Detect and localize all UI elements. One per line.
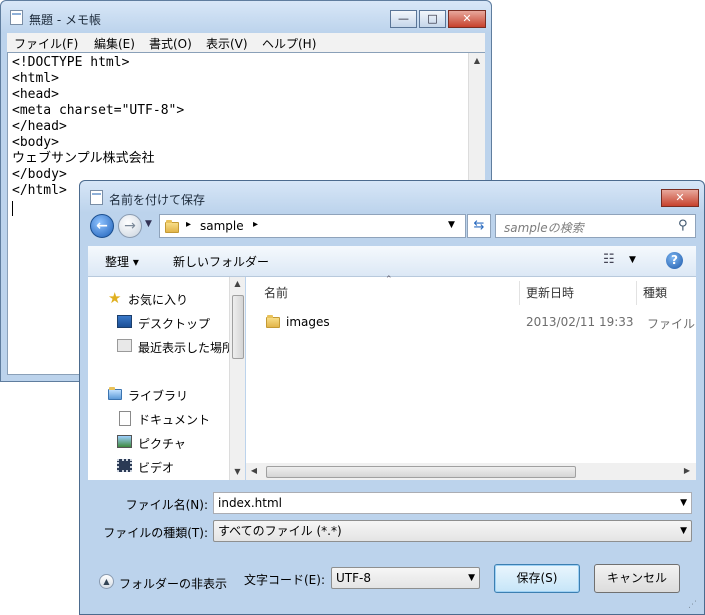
- nav-pictures[interactable]: ピクチャ: [138, 435, 186, 452]
- code-line: <html>: [12, 71, 59, 86]
- menu-file[interactable]: ファイル(F): [14, 35, 78, 52]
- nav-libraries[interactable]: ライブラリ: [128, 387, 188, 404]
- cancel-button[interactable]: キャンセル: [594, 564, 680, 593]
- nav-desktop[interactable]: デスクトップ: [138, 315, 210, 332]
- dialog-title: 名前を付けて保存: [109, 193, 206, 207]
- file-list: ⌃ 名前 更新日時 種類 images 2013/02/11 19:33 ファイ…: [246, 275, 696, 480]
- recent-pages-dropdown-icon[interactable]: ▼: [145, 219, 152, 229]
- back-icon[interactable]: ←: [90, 214, 114, 238]
- nav-favorites[interactable]: お気に入り: [128, 291, 188, 308]
- filetype-dropdown-icon[interactable]: ▼: [680, 521, 687, 541]
- refresh-icon[interactable]: ⇆: [467, 214, 491, 238]
- star-icon: ★: [108, 289, 122, 307]
- dialog-titlebar[interactable]: 名前を付けて保存 ✕: [80, 181, 704, 213]
- filetype-select[interactable]: すべてのファイル (*.*) ▼: [213, 520, 692, 542]
- file-modified: 2013/02/11 19:33: [526, 315, 634, 329]
- filename-dropdown-icon[interactable]: ▼: [680, 493, 687, 513]
- recent-places-icon: [117, 339, 132, 352]
- nav-recent-places[interactable]: 最近表示した場所: [138, 339, 234, 356]
- column-header-name[interactable]: 名前: [258, 281, 520, 305]
- text-cursor: [12, 201, 13, 216]
- save-button[interactable]: 保存(S): [494, 564, 580, 593]
- notepad-icon: [10, 10, 23, 25]
- address-dropdown-icon[interactable]: ▼: [448, 220, 455, 230]
- file-name: images: [286, 315, 330, 329]
- address-separator-icon[interactable]: ▸: [186, 219, 191, 230]
- filename-value: index.html: [218, 496, 282, 510]
- notepad-title: 無題 - メモ帳: [29, 13, 101, 27]
- encoding-dropdown-icon[interactable]: ▼: [468, 568, 475, 588]
- scroll-thumb[interactable]: [266, 466, 576, 478]
- search-placeholder: sampleの検索: [504, 221, 584, 235]
- organize-button[interactable]: 整理 ▾: [105, 253, 139, 270]
- menu-format[interactable]: 書式(O): [149, 35, 192, 52]
- code-line: ウェブサンプル株式会社: [12, 151, 155, 166]
- minimize-button[interactable]: —: [390, 10, 417, 28]
- notepad-menubar: ファイル(F) 編集(E) 書式(O) 表示(V) ヘルプ(H): [7, 33, 485, 52]
- pictures-icon: [117, 435, 132, 448]
- dialog-close-button[interactable]: ✕: [661, 189, 699, 207]
- notepad-titlebar[interactable]: 無題 - メモ帳 — □ ✕: [1, 1, 491, 33]
- code-line: <body>: [12, 135, 59, 150]
- filetype-label: ファイルの種類(T):: [103, 526, 208, 540]
- command-bar: 整理 ▾ 新しいフォルダー ☷ ▼ ?: [88, 246, 696, 277]
- menu-view[interactable]: 表示(V): [206, 35, 248, 52]
- scroll-right-arrow-icon[interactable]: ▶: [682, 466, 692, 475]
- folder-icon: [165, 220, 179, 233]
- documents-icon: [119, 411, 131, 426]
- folder-icon: [266, 315, 280, 328]
- encoding-select[interactable]: UTF-8 ▼: [331, 567, 480, 589]
- encoding-label: 文字コード(E):: [244, 573, 325, 587]
- filetype-value: すべてのファイル (*.*): [218, 524, 342, 538]
- address-folder[interactable]: sample: [200, 219, 244, 233]
- column-header-type[interactable]: 種類: [637, 281, 696, 305]
- view-dropdown-icon[interactable]: ▼: [629, 255, 636, 265]
- view-icon[interactable]: ☷: [603, 252, 615, 267]
- close-button[interactable]: ✕: [448, 10, 486, 28]
- desktop-icon: [117, 315, 132, 328]
- menu-edit[interactable]: 編集(E): [94, 35, 135, 52]
- file-type: ファイル: [647, 317, 696, 331]
- nav-videos[interactable]: ビデオ: [138, 459, 174, 476]
- code-line: <!DOCTYPE html>: [12, 55, 130, 70]
- code-line: <meta charset="UTF-8">: [12, 103, 185, 118]
- code-line: <head>: [12, 87, 59, 102]
- code-line: </head>: [12, 119, 67, 134]
- forward-icon[interactable]: →: [118, 214, 142, 238]
- address-separator-icon[interactable]: ▸: [253, 219, 258, 230]
- search-icon[interactable]: ⚲: [678, 218, 688, 233]
- scroll-thumb[interactable]: [232, 295, 244, 359]
- scroll-down-arrow-icon[interactable]: ▼: [230, 467, 245, 476]
- save-dialog: 名前を付けて保存 ✕ ← → ▼ ▸ sample ▸ ▼ ⇆ sampleの検…: [79, 180, 705, 615]
- nav-documents[interactable]: ドキュメント: [138, 411, 210, 428]
- code-line: </html>: [12, 183, 67, 198]
- hide-folders-link[interactable]: フォルダーの非表示: [119, 575, 227, 592]
- column-header-modified[interactable]: 更新日時: [520, 281, 637, 305]
- file-row[interactable]: images 2013/02/11 19:33 ファイル: [256, 311, 696, 333]
- scroll-left-arrow-icon[interactable]: ◀: [249, 466, 259, 475]
- file-list-hscrollbar[interactable]: ◀ ▶: [246, 463, 696, 480]
- menu-help[interactable]: ヘルプ(H): [262, 35, 316, 52]
- maximize-button[interactable]: □: [419, 10, 446, 28]
- search-box[interactable]: sampleの検索 ⚲: [495, 214, 696, 238]
- navigation-pane: ★ お気に入り デスクトップ 最近表示した場所 ライブラリ ドキュメント ピクチ…: [88, 277, 245, 480]
- help-icon[interactable]: ?: [666, 252, 683, 269]
- address-bar[interactable]: ▸ sample ▸ ▼: [159, 214, 466, 238]
- libraries-icon: [108, 387, 122, 400]
- code-line: </body>: [12, 167, 67, 182]
- scroll-up-arrow-icon[interactable]: ▲: [469, 56, 485, 65]
- resize-grip-icon[interactable]: ⋰: [688, 600, 700, 612]
- notepad-icon: [90, 190, 103, 205]
- videos-icon: [117, 459, 132, 472]
- new-folder-button[interactable]: 新しいフォルダー: [173, 253, 269, 270]
- nav-vscrollbar[interactable]: ▲ ▼: [229, 277, 245, 480]
- filename-label: ファイル名(N):: [125, 498, 208, 512]
- collapse-folders-icon[interactable]: ▲: [99, 574, 114, 589]
- filename-input[interactable]: index.html ▼: [213, 492, 692, 514]
- scroll-up-arrow-icon[interactable]: ▲: [230, 279, 245, 288]
- encoding-value: UTF-8: [336, 571, 371, 585]
